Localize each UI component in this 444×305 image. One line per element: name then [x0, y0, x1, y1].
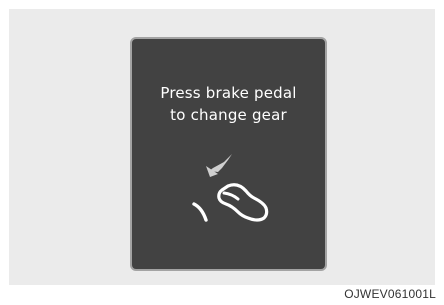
- message-line-2: to change gear: [170, 106, 287, 124]
- figure-code: OJWEV061001L: [344, 287, 436, 301]
- pedal-icon: [192, 202, 208, 222]
- cluster-display: Press brake pedal to change gear: [130, 37, 327, 271]
- press-arrow-icon: [206, 154, 232, 177]
- page: Press brake pedal to change gear OJWEV06…: [0, 0, 444, 305]
- warning-message: Press brake pedal to change gear: [132, 82, 325, 126]
- brake-pedal-press-icon: [192, 154, 269, 222]
- foot-icon: [217, 183, 269, 222]
- message-line-1: Press brake pedal: [160, 84, 297, 102]
